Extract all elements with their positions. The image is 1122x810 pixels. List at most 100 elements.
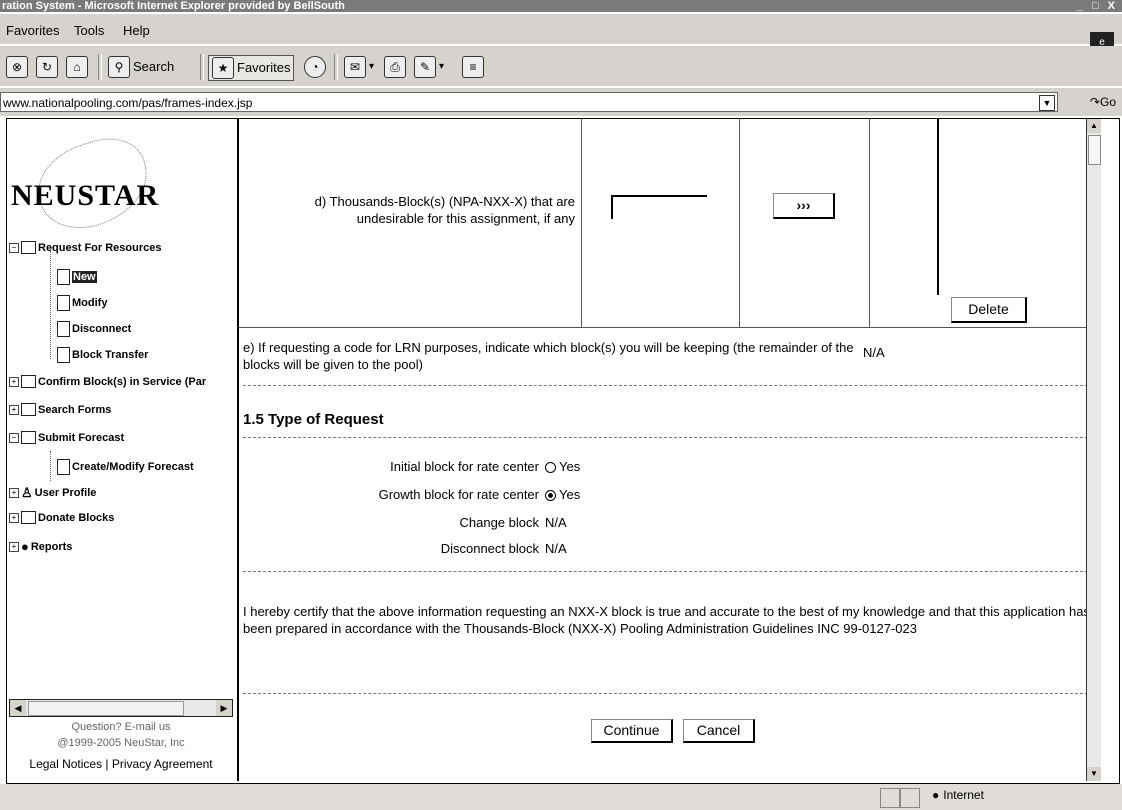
zone-indicator: ● Internet	[932, 788, 984, 802]
page-frame: NEUSTAR − Request For Resources New Modif…	[6, 118, 1120, 784]
tree-label: Confirm Block(s) in Service (Par	[38, 375, 207, 388]
discuss-icon: ≡	[462, 56, 484, 78]
scroll-thumb[interactable]	[1088, 135, 1101, 165]
tree-label: Block Transfer	[72, 349, 149, 361]
folder-icon	[21, 403, 36, 416]
refresh-button[interactable]: ↻	[36, 55, 58, 79]
tree-label: Disconnect	[72, 323, 132, 335]
window-title: ration System - Microsoft Internet Explo…	[2, 0, 345, 12]
globe-icon: ●	[21, 539, 29, 554]
expand-icon[interactable]: +	[9, 404, 19, 415]
tree-search-forms[interactable]: + Search Forms	[9, 403, 111, 416]
change-block-label: Change block	[459, 515, 540, 530]
go-arrow-icon: ↷	[1089, 95, 1100, 109]
tree-modify[interactable]: Modify	[57, 295, 107, 311]
address-input[interactable]: www.nationalpooling.com/pas/frames-index…	[0, 92, 1058, 112]
scroll-left-icon[interactable]: ◀	[10, 700, 26, 716]
continue-button[interactable]: Continue	[591, 719, 673, 743]
button-cell: ›››	[739, 119, 870, 327]
undesirable-blocks-label: d) Thousands-Block(s) (NPA-NXX-X) that a…	[314, 194, 575, 226]
tree-label: Submit Forecast	[38, 431, 125, 444]
undesirable-blocks-row: d) Thousands-Block(s) (NPA-NXX-X) that a…	[239, 119, 1101, 328]
address-dropdown-icon[interactable]: ▼	[1039, 95, 1055, 111]
block-number-input[interactable]	[611, 195, 707, 219]
selected-blocks-list[interactable]	[937, 119, 939, 295]
expand-icon[interactable]: +	[9, 376, 19, 387]
favorites-label: Favorites	[237, 60, 291, 75]
expand-icon[interactable]: +	[9, 512, 19, 523]
tree-submit-forecast[interactable]: − Submit Forecast	[9, 431, 124, 444]
user-icon: ♙	[21, 485, 33, 500]
certification-text: I hereby certify that the above informat…	[243, 604, 1090, 636]
tree-create-modify-forecast[interactable]: Create/Modify Forecast	[57, 459, 194, 475]
legal-links[interactable]: Legal Notices | Privacy Agreement	[7, 757, 235, 771]
scroll-up-icon[interactable]: ▲	[1087, 119, 1101, 133]
input-cell	[581, 119, 740, 327]
radio-icon[interactable]	[545, 462, 556, 474]
expand-icon[interactable]: +	[9, 488, 19, 498]
expand-icon[interactable]: +	[9, 541, 19, 552]
menu-favorites[interactable]: Favorites	[6, 23, 59, 38]
status-bar: ● Internet	[0, 784, 1122, 810]
document-icon	[57, 269, 70, 285]
growth-block-field[interactable]: Yes	[545, 487, 580, 502]
tree-donate-blocks[interactable]: + Donate Blocks	[9, 511, 114, 524]
home-button[interactable]: ⌂	[66, 55, 88, 79]
radio-label: Yes	[559, 459, 581, 474]
email-link[interactable]: Question? E-mail us	[7, 721, 235, 733]
label-cell: d) Thousands-Block(s) (NPA-NXX-X) that a…	[239, 119, 582, 327]
search-button[interactable]: ⚲ Search	[108, 55, 174, 79]
edit-icon: ✎	[414, 56, 436, 78]
tree-reports[interactable]: + ● Reports	[9, 539, 72, 554]
cancel-button[interactable]: Cancel	[683, 719, 755, 743]
go-button[interactable]: ↷Go	[1090, 95, 1116, 109]
collapse-icon[interactable]: −	[9, 432, 19, 443]
zone-label: Internet	[943, 788, 984, 802]
menu-help[interactable]: Help	[123, 23, 150, 38]
menu-tools[interactable]: Tools	[74, 23, 104, 38]
left-horizontal-scrollbar[interactable]: ◀ ▶	[9, 699, 233, 717]
main-vertical-scrollbar[interactable]: ▲ ▼	[1086, 119, 1101, 781]
radio-selected-icon[interactable]	[545, 490, 556, 502]
history-button[interactable]: ◔	[304, 55, 326, 79]
scroll-right-icon[interactable]: ▶	[216, 700, 232, 716]
stop-icon: ⊗	[6, 56, 28, 78]
folder-icon	[21, 375, 36, 388]
tree-request-for-resources[interactable]: − Request For Resources	[9, 241, 161, 254]
print-icon: ⎙	[384, 56, 406, 78]
tree-user-profile[interactable]: + ♙ User Profile	[9, 485, 96, 501]
menu-bar: Favorites Tools Help e	[0, 14, 1122, 54]
scroll-down-icon[interactable]: ▼	[1087, 767, 1101, 781]
favorites-button[interactable]: ★ Favorites	[208, 55, 295, 81]
tree-disconnect[interactable]: Disconnect	[57, 321, 131, 337]
collapse-icon[interactable]: −	[9, 242, 19, 253]
edit-button[interactable]: ✎ ▾	[414, 55, 444, 79]
stop-button[interactable]: ⊗	[6, 55, 28, 79]
tree-label: User Profile	[34, 487, 97, 499]
lrn-value: N/A	[863, 345, 885, 360]
lrn-question: e) If requesting a code for LRN purposes…	[243, 340, 854, 372]
scroll-thumb[interactable]	[28, 701, 184, 716]
change-block-value: N/A	[545, 515, 567, 530]
left-nav-frame: NEUSTAR − Request For Resources New Modif…	[7, 119, 239, 781]
tree-block-transfer[interactable]: Block Transfer	[57, 347, 148, 363]
delete-button[interactable]: Delete	[951, 297, 1027, 323]
print-button[interactable]: ⎙	[384, 55, 406, 79]
initial-block-field[interactable]: Yes	[545, 459, 580, 474]
window-controls[interactable]: _ □ X	[1077, 0, 1118, 12]
toolbar: ⊗ ↻ ⌂ ⚲ Search ★ Favorites ◔ ✉ ▾ ⎙ ✎ ▾ ≡	[0, 46, 1122, 86]
tree-label: Search Forms	[38, 403, 112, 416]
tree-confirm-blocks[interactable]: + Confirm Block(s) in Service (Par	[9, 375, 206, 388]
mail-icon: ✉	[344, 56, 366, 78]
discuss-button[interactable]: ≡	[462, 55, 484, 79]
address-bar: www.nationalpooling.com/pas/frames-index…	[0, 88, 1122, 116]
add-block-button[interactable]: ›››	[773, 193, 835, 219]
document-icon	[57, 321, 70, 337]
lock-icon	[900, 788, 920, 808]
document-icon	[57, 295, 70, 311]
list-cell: Delete	[869, 119, 1101, 327]
tree-label: New	[72, 271, 97, 283]
search-label: Search	[133, 59, 175, 74]
mail-button[interactable]: ✉ ▾	[344, 55, 374, 79]
tree-new[interactable]: New	[57, 269, 97, 285]
